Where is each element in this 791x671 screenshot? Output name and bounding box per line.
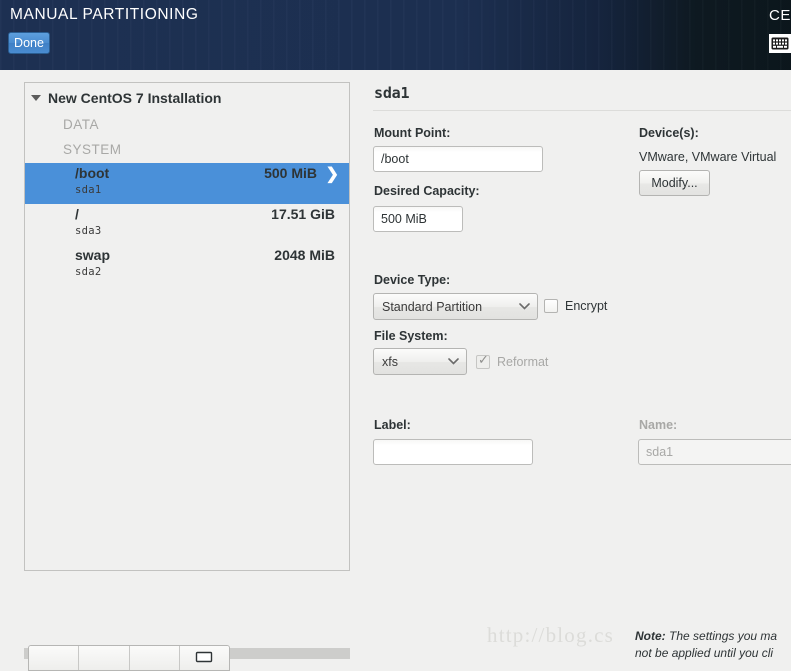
encrypt-checkbox[interactable]: Encrypt <box>544 299 607 313</box>
devices-value: VMware, VMware Virtual <box>639 150 777 164</box>
chevron-right-icon: ❯ <box>325 166 339 183</box>
reformat-checkbox[interactable]: ✓ Reformat <box>476 352 549 369</box>
detail-divider <box>373 110 791 111</box>
page-title: MANUAL PARTITIONING <box>10 6 199 23</box>
chevron-down-icon <box>517 303 531 310</box>
devices-label: Device(s): <box>639 126 699 140</box>
partition-detail-pane: sda1 Mount Point: Desired Capacity: Devi… <box>360 70 791 589</box>
partition-row-root[interactable]: / sda3 17.51 GiB <box>25 204 349 245</box>
encrypt-checkbox-box <box>544 299 558 313</box>
partition-mountpoint: swap <box>75 247 111 263</box>
detail-title: sda1 <box>374 84 410 102</box>
remove-partition-button[interactable] <box>79 646 130 670</box>
file-system-value: xfs <box>382 354 398 369</box>
partition-device: sda1 <box>75 184 102 196</box>
modify-button[interactable]: Modify... <box>639 170 710 196</box>
note-prefix: Note: <box>635 629 666 643</box>
partition-device: sda2 <box>75 266 102 278</box>
partition-toolbar <box>28 645 230 671</box>
label-field-label: Label: <box>374 418 411 432</box>
partition-row-swap[interactable]: swap sda2 2048 MiB <box>25 245 349 286</box>
device-type-dropdown[interactable]: Standard Partition <box>373 293 538 320</box>
device-type-label: Device Type: <box>374 273 451 287</box>
encrypt-label: Encrypt <box>565 299 608 313</box>
partition-size: 17.51 GiB <box>271 206 335 222</box>
partition-device: sda3 <box>75 225 102 237</box>
mount-point-label: Mount Point: <box>374 126 451 140</box>
main-content: New CentOS 7 Installation DATA SYSTEM /b… <box>0 70 791 671</box>
expand-triangle-icon[interactable] <box>31 95 41 101</box>
storage-icon <box>196 651 213 663</box>
partition-row-boot[interactable]: /boot sda1 500 MiB ❯ <box>25 163 349 204</box>
name-field-label: Name: <box>639 418 678 432</box>
mount-point-input[interactable] <box>373 146 543 172</box>
file-system-label: File System: <box>374 329 448 343</box>
chevron-down-icon <box>446 358 460 365</box>
watermark-text: http://blog.cs <box>487 623 615 647</box>
installation-title: CE <box>768 7 791 24</box>
desired-capacity-label: Desired Capacity: <box>374 184 480 198</box>
file-system-dropdown[interactable]: xfs <box>373 348 467 375</box>
checkmark-icon: ✓ <box>478 352 489 367</box>
storage-summary-button[interactable] <box>179 646 229 670</box>
partition-mountpoint: / <box>75 206 79 222</box>
partition-list-panel: New CentOS 7 Installation DATA SYSTEM /b… <box>24 82 350 571</box>
name-input <box>638 439 791 465</box>
reformat-checkbox-box: ✓ <box>476 352 490 369</box>
group-header-data: DATA <box>63 117 100 132</box>
done-button[interactable]: Done <box>8 32 50 54</box>
configure-partition-button[interactable] <box>129 646 180 670</box>
partition-size: 500 MiB <box>264 165 317 181</box>
add-partition-button[interactable] <box>29 646 80 670</box>
label-input[interactable] <box>373 439 533 465</box>
header-bar: MANUAL PARTITIONING Done CE <box>0 0 791 70</box>
group-header-system: SYSTEM <box>63 142 122 157</box>
reformat-label: Reformat <box>497 355 549 369</box>
tree-root-label: New CentOS 7 Installation <box>48 90 222 106</box>
note-line2: not be applied until you cli <box>635 646 774 660</box>
installation-tree-root[interactable]: New CentOS 7 Installation <box>25 83 349 113</box>
partition-mountpoint: /boot <box>75 165 110 181</box>
desired-capacity-input[interactable] <box>373 206 463 232</box>
note-text: Note: The settings you ma not be applied… <box>632 628 791 662</box>
note-line1: The settings you ma <box>665 629 778 643</box>
device-type-value: Standard Partition <box>382 299 483 314</box>
keyboard-icon[interactable] <box>769 34 791 53</box>
partition-size: 2048 MiB <box>274 247 335 263</box>
